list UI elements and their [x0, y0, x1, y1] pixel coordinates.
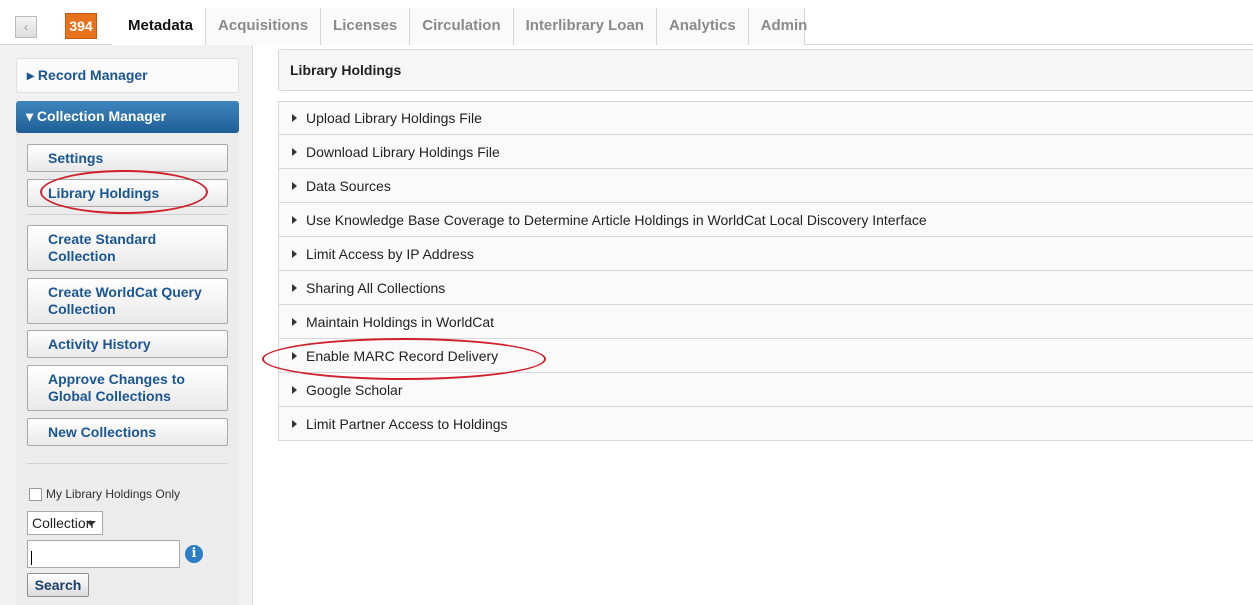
- accordion-label: Maintain Holdings in WorldCat: [306, 313, 495, 330]
- module-tabs: Metadata Acquisitions Licenses Circulati…: [112, 8, 807, 45]
- text-cursor: [31, 551, 32, 565]
- accordion-limit-access-by-ip[interactable]: Limit Access by IP Address: [278, 237, 1253, 271]
- create-worldcat-query-collection-button[interactable]: Create WorldCat Query Collection: [27, 278, 228, 324]
- accordion-sharing-all-collections[interactable]: Sharing All Collections: [278, 271, 1253, 305]
- top-navigation: ‹ 394 Metadata Acquisitions Licenses Cir…: [0, 8, 1253, 45]
- library-holdings-button[interactable]: Library Holdings: [27, 179, 228, 207]
- accordion-label: Google Scholar: [306, 381, 403, 398]
- accordion-knowledge-base-coverage[interactable]: Use Knowledge Base Coverage to Determine…: [278, 203, 1253, 237]
- approve-changes-button[interactable]: Approve Changes to Global Collections: [27, 365, 228, 411]
- accordion-label: Limit Access by IP Address: [306, 245, 474, 262]
- triangle-right-icon: [292, 351, 297, 360]
- accordion-upload-library-holdings-file[interactable]: Upload Library Holdings File: [278, 101, 1253, 135]
- settings-button[interactable]: Settings: [27, 144, 228, 172]
- accordion-google-scholar[interactable]: Google Scholar: [278, 373, 1253, 407]
- divider: [27, 463, 228, 464]
- triangle-right-icon: [292, 317, 297, 326]
- holdings-sections-list: Upload Library Holdings File Download Li…: [278, 101, 1253, 441]
- search-input[interactable]: [27, 540, 180, 568]
- accordion-label: Data Sources: [306, 177, 391, 194]
- accordion-enable-marc-record-delivery[interactable]: Enable MARC Record Delivery: [278, 339, 1253, 373]
- checkbox-label: My Library Holdings Only: [46, 487, 181, 501]
- search-button[interactable]: Search: [27, 573, 89, 597]
- triangle-right-icon: [292, 283, 297, 292]
- accordion-download-library-holdings-file[interactable]: Download Library Holdings File: [278, 135, 1253, 169]
- my-library-holdings-only-row: My Library Holdings Only: [29, 487, 180, 501]
- accordion-limit-partner-access[interactable]: Limit Partner Access to Holdings: [278, 407, 1253, 441]
- triangle-right-icon: [292, 215, 297, 224]
- tab-admin[interactable]: Admin: [747, 8, 807, 45]
- collection-manager-header[interactable]: ▾ Collection Manager: [16, 101, 239, 133]
- accordion-data-sources[interactable]: Data Sources: [278, 169, 1253, 203]
- accordion-label: Upload Library Holdings File: [306, 110, 482, 126]
- tab-metadata[interactable]: Metadata: [112, 8, 206, 45]
- tab-analytics[interactable]: Analytics: [655, 8, 748, 45]
- triangle-right-icon: [292, 419, 297, 428]
- tab-circulation[interactable]: Circulation: [409, 8, 513, 45]
- triangle-right-icon: [292, 249, 297, 258]
- tab-interlibrary-loan[interactable]: Interlibrary Loan: [512, 8, 656, 45]
- chevron-down-icon: [86, 521, 96, 526]
- accordion-label: Sharing All Collections: [306, 279, 446, 296]
- notification-count-badge[interactable]: 394: [65, 13, 97, 39]
- info-icon[interactable]: i: [185, 545, 203, 563]
- accordion-label: Use Knowledge Base Coverage to Determine…: [306, 211, 927, 228]
- create-standard-collection-button[interactable]: Create Standard Collection: [27, 225, 228, 271]
- record-manager-header[interactable]: ▸ Record Manager: [16, 58, 239, 93]
- accordion-label: Limit Partner Access to Holdings: [306, 415, 508, 432]
- accordion-maintain-holdings-in-worldcat[interactable]: Maintain Holdings in WorldCat: [278, 305, 1253, 339]
- tab-licenses[interactable]: Licenses: [320, 8, 410, 45]
- triangle-right-icon: [292, 181, 297, 190]
- triangle-right-icon: [292, 147, 297, 156]
- triangle-right-icon: [292, 114, 297, 122]
- accordion-label: Download Library Holdings File: [306, 143, 500, 160]
- divider: [27, 214, 228, 215]
- search-scope-select[interactable]: Collection: [27, 511, 103, 535]
- accordion-label: Enable MARC Record Delivery: [306, 347, 499, 364]
- select-value: Collection: [32, 515, 94, 531]
- my-library-holdings-only-checkbox[interactable]: [29, 487, 42, 501]
- sidebar: ▸ Record Manager ▾ Collection Manager Se…: [0, 45, 253, 605]
- triangle-right-icon: [292, 385, 297, 394]
- back-arrow-icon[interactable]: ‹: [15, 16, 37, 38]
- page-title: Library Holdings: [278, 49, 1253, 91]
- new-collections-button[interactable]: New Collections: [27, 418, 228, 446]
- tab-acquisitions[interactable]: Acquisitions: [205, 8, 321, 45]
- activity-history-button[interactable]: Activity History: [27, 330, 228, 358]
